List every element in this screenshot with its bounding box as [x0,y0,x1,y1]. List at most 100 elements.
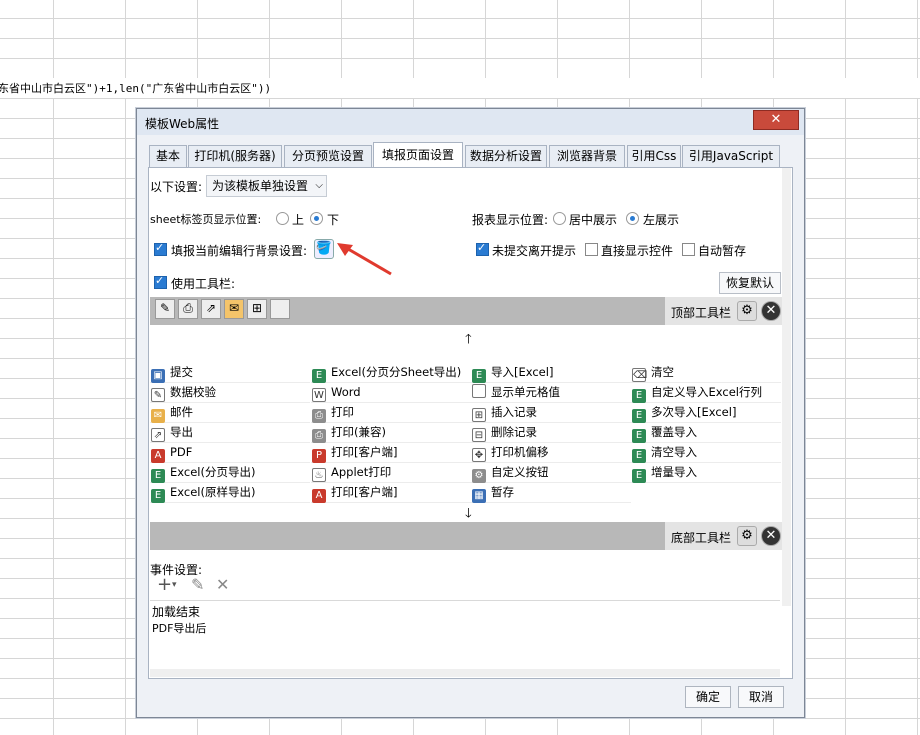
button-item-excel-original[interactable]: E Excel(原样导出) [150,482,310,503]
button-item-export[interactable]: ⇗ 导出 [150,422,310,443]
blank-icon[interactable] [270,299,290,319]
remove-icon[interactable]: ✕ [761,301,781,321]
gear-icon: ⚙ [472,469,486,483]
export-icon[interactable]: ⇗ [201,299,221,319]
button-label: 打印 [331,405,354,419]
button-label: 打印[客户端] [331,485,398,499]
delete-row-icon: ⊟ [472,428,486,442]
chevron-down-icon[interactable]: ▾ [172,580,177,590]
formula-text: 东省中山市白云区")+1,len("广东省中山市白云区")) [0,82,272,95]
button-item-excel-paged[interactable]: E Excel(分页导出) [150,462,310,483]
gear-icon[interactable]: ⚙ [737,301,757,321]
up-arrow-icon[interactable]: 🡑 [465,330,472,352]
button-item-delete-record[interactable]: ⊟ 删除记录 [471,422,631,443]
button-item-excel-sheet[interactable]: E Excel(分页分Sheet导出) [311,362,471,383]
button-item-incremental-import[interactable]: E 增量导入 [631,462,781,483]
tab-page-preview[interactable]: 分页预览设置 [284,145,372,167]
tab-fill-page[interactable]: 填报页面设置 [373,142,463,168]
button-label: 打印[客户端] [331,445,398,459]
button-item-submit[interactable]: ▣ 提交 [150,362,310,383]
use-toolbar-checkbox[interactable] [154,274,167,289]
tab-data-analysis[interactable]: 数据分析设置 [465,145,547,167]
unsubmitted-checkbox[interactable] [476,241,489,256]
button-label: 显示单元格值 [491,385,560,399]
report-pos-left-radio[interactable] [626,212,639,225]
word-icon: W [312,388,326,402]
mail-icon: ✉ [151,409,165,423]
button-item-print[interactable]: ⎙ 打印 [311,402,471,423]
restore-default-button[interactable]: 恢复默认 [719,272,781,294]
button-item-data-check[interactable]: ✎ 数据校验 [150,382,310,403]
button-item-custom-import[interactable]: E 自定义导入Excel行列 [631,382,781,403]
button-item-mail[interactable]: ✉ 邮件 [150,402,310,423]
button-item-overwrite-import[interactable]: E 覆盖导入 [631,422,781,443]
print-icon[interactable]: ⎙ [178,299,198,319]
tab-javascript[interactable]: 引用JavaScript [682,145,780,167]
button-item-custom-button[interactable]: ⚙ 自定义按钮 [471,462,631,483]
delete-icon[interactable]: ✕ [216,575,229,594]
button-item-clear-import[interactable]: E 清空导入 [631,442,781,463]
sheet-pos-bottom-radio[interactable] [310,212,323,225]
button-item-import-excel[interactable]: E 导入[Excel] [471,362,631,383]
dialog-title: 模板Web属性 [145,117,220,131]
button-item-clear[interactable]: ⌫ 清空 [631,362,781,383]
event-item[interactable]: 加载结束 [152,603,200,620]
close-button[interactable]: ✕ [753,110,799,130]
button-label: 删除记录 [491,425,537,439]
edit-icon[interactable]: ✎ [191,575,204,594]
button-item-printer-offset[interactable]: ✥ 打印机偏移 [471,442,631,463]
move-icon: ✥ [472,448,486,462]
button-item-pdf[interactable]: A PDF [150,442,310,463]
scope-value: 为该模板单独设置 [212,179,309,193]
button-label: 数据校验 [170,385,216,399]
button-label: PDF [170,445,193,459]
scope-label: 以下设置: [150,180,203,194]
top-toolbar-settings: 顶部工具栏 ⚙ ✕ [665,297,782,325]
direct-display-checkbox[interactable] [585,243,598,256]
unsubmitted-label: 未提交离开提示 [492,244,577,258]
tab-css[interactable]: 引用Css [627,145,681,167]
button-item-multi-import[interactable]: E 多次导入[Excel] [631,402,781,423]
insert-row-icon[interactable]: ⊞ [247,299,267,319]
tab-browser-bg[interactable]: 浏览器背景 [549,145,625,167]
save-icon: ▣ [151,369,165,383]
autosave-checkbox[interactable] [682,243,695,256]
excel-icon: E [472,369,486,383]
button-label: Applet打印 [331,465,392,479]
vertical-scrollbar[interactable] [782,168,791,606]
tab-basic[interactable]: 基本 [149,145,187,167]
applet-icon: ♨ [312,468,326,482]
button-item-temp-save[interactable]: ▦ 暂存 [471,482,631,503]
horizontal-scrollbar[interactable] [150,669,780,677]
excel-icon: E [632,389,646,403]
button-item-print-client[interactable]: P 打印[客户端] [311,442,471,463]
ok-button[interactable]: 确定 [685,686,731,708]
cancel-button[interactable]: 取消 [738,686,784,708]
sheet-pos-label: sheet标签页显示位置: [150,213,262,226]
data-check-icon[interactable]: ✎ [155,299,175,319]
button-item-print-client-2[interactable]: A 打印[客户端] [311,482,471,503]
paint-bucket-icon[interactable]: 🪣 [314,239,334,259]
button-item-print-compat[interactable]: ⎙ 打印(兼容) [311,422,471,443]
red-arrow-annotation [337,243,392,276]
calendar-save-icon: ▦ [472,489,486,503]
button-item-insert-record[interactable]: ⊞ 插入记录 [471,402,631,423]
button-label: 暂存 [491,485,514,499]
button-item-show-cell[interactable]: 显示单元格值 [471,382,631,403]
printer-icon: ⎙ [312,429,326,443]
sheet-pos-top-radio[interactable] [276,212,289,225]
report-pos-center-radio[interactable] [553,212,566,225]
add-icon[interactable]: + [157,574,172,595]
gear-icon[interactable]: ⚙ [737,526,757,546]
tab-printer[interactable]: 打印机(服务器) [188,145,282,167]
button-label: 清空导入 [651,445,697,459]
event-item[interactable]: PDF导出后 [152,620,206,636]
mail-icon[interactable]: ✉ [224,299,244,319]
scope-select[interactable]: 为该模板单独设置 ⌵ [206,175,327,197]
button-item-word[interactable]: W Word [311,382,471,403]
button-label: 自定义导入Excel行列 [651,385,762,399]
row-bg-checkbox[interactable] [154,241,167,256]
export-icon: ⇗ [151,428,165,442]
remove-icon[interactable]: ✕ [761,526,781,546]
button-item-applet-print[interactable]: ♨ Applet打印 [311,462,471,483]
